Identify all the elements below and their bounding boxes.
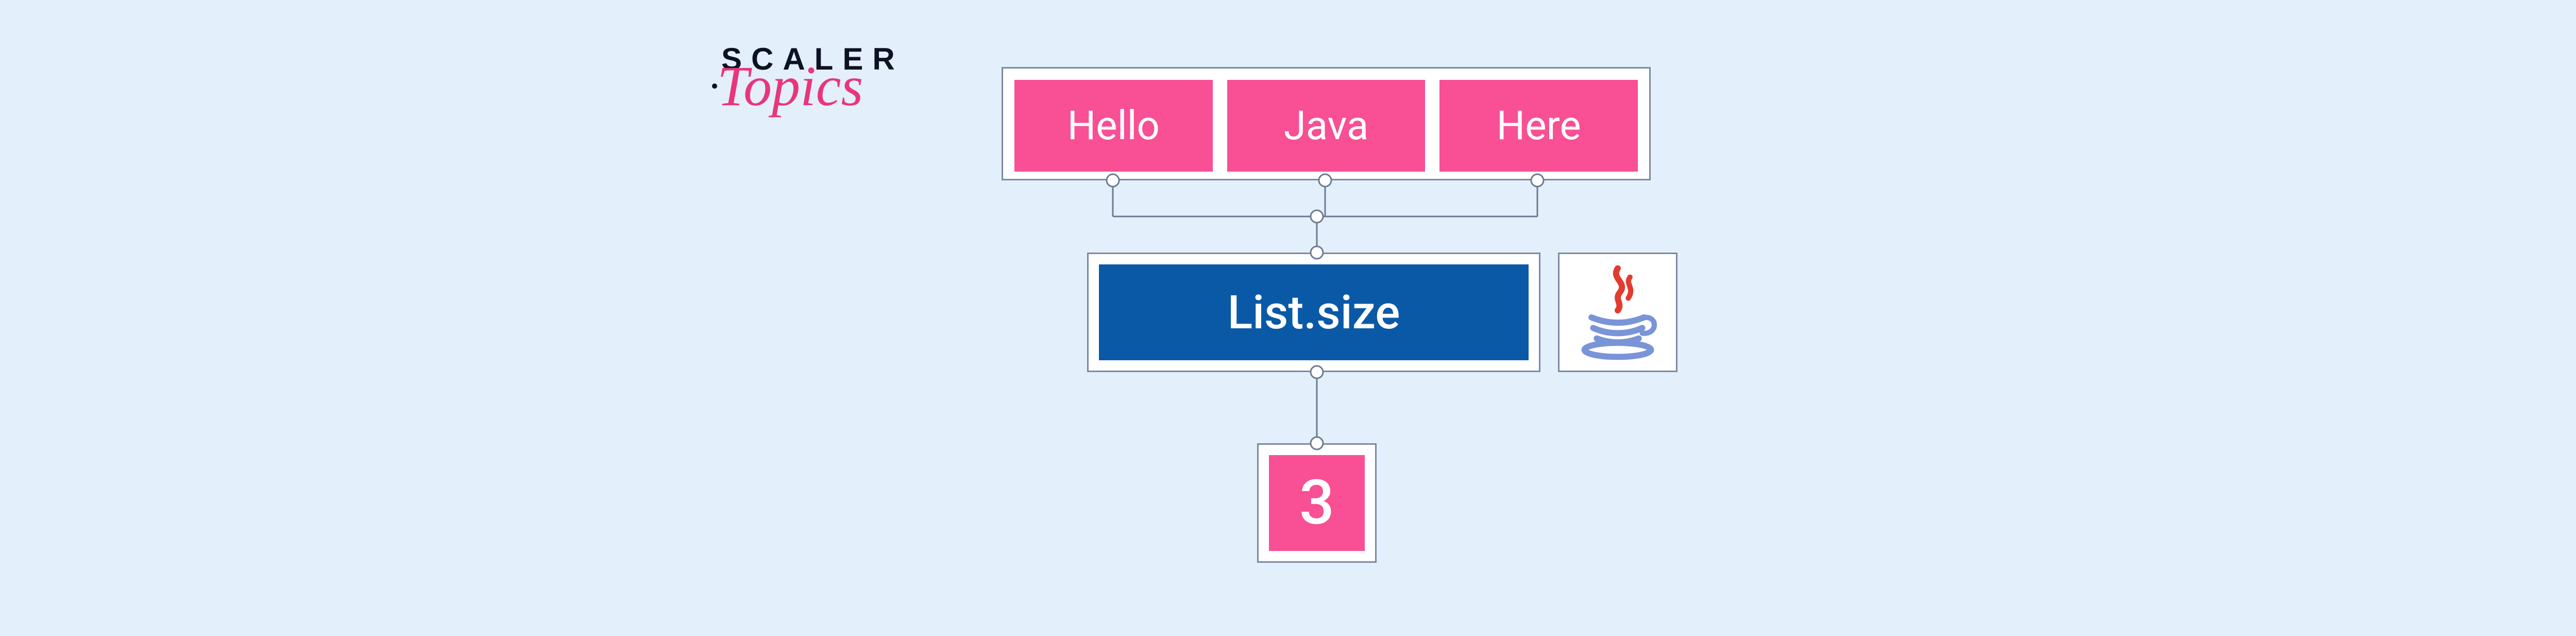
method-frame: List.size <box>1087 253 1540 372</box>
list-item-box: Here <box>1439 80 1638 172</box>
method-box: List.size <box>1099 264 1529 360</box>
java-logo-frame <box>1558 253 1677 372</box>
java-logo-icon <box>1574 262 1662 362</box>
result-frame: 3 <box>1257 443 1377 563</box>
scaler-topics-logo: SCALER Topics <box>721 41 917 106</box>
logo-dot-icon <box>712 83 717 89</box>
list-items-row: Hello Java Here <box>1002 67 1651 180</box>
result-value-box: 3 <box>1269 455 1365 551</box>
list-item-box: Hello <box>1014 80 1213 172</box>
list-item-box: Java <box>1227 80 1426 172</box>
diagram-canvas: SCALER Topics Hello Java Here List.size <box>0 0 2576 636</box>
